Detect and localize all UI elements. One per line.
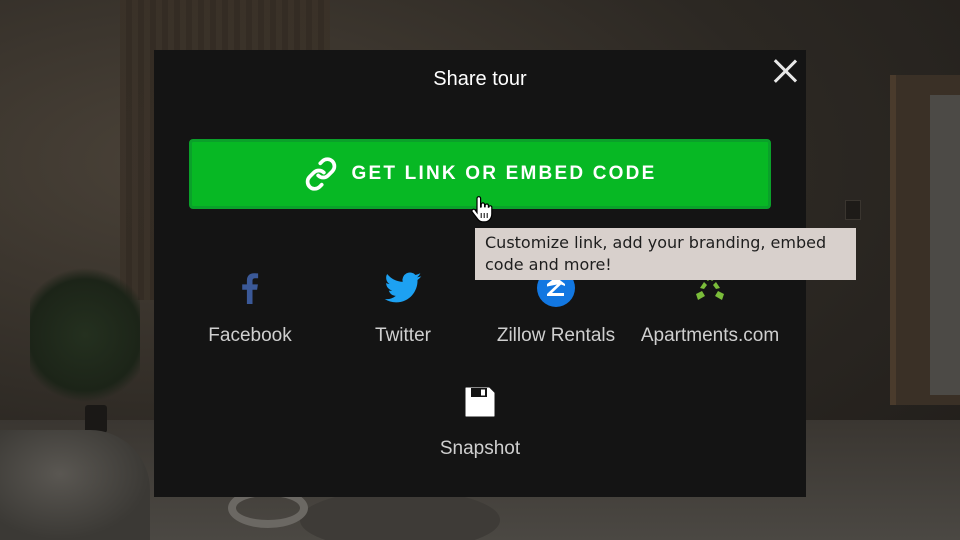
close-icon[interactable] xyxy=(772,58,798,84)
share-facebook[interactable]: Facebook xyxy=(175,268,325,348)
background-plant xyxy=(30,260,140,410)
background-table xyxy=(0,430,150,540)
share-zillow-rentals-label: Zillow Rentals xyxy=(496,325,616,346)
share-apartments-com[interactable]: Apartments.com xyxy=(635,268,785,348)
get-link-tooltip: Customize link, add your branding, embed… xyxy=(475,228,856,280)
link-icon xyxy=(305,157,336,191)
get-link-embed-code-label: GET LINK OR EMBED CODE xyxy=(351,163,657,184)
background-door-glass xyxy=(930,95,960,395)
background-wall-switch xyxy=(845,200,861,220)
share-twitter-label: Twitter xyxy=(375,325,431,346)
snapshot-button[interactable]: Snapshot xyxy=(405,385,555,461)
share-apartments-com-label: Apartments.com xyxy=(640,325,780,346)
background-plant-pot xyxy=(85,405,107,433)
twitter-icon xyxy=(384,272,422,303)
share-twitter[interactable]: Twitter xyxy=(328,268,478,348)
floppy-disk-icon xyxy=(465,387,495,417)
facebook-icon xyxy=(242,273,259,304)
dialog-title: Share tour xyxy=(433,68,527,90)
snapshot-label: Snapshot xyxy=(439,438,521,459)
share-facebook-label: Facebook xyxy=(208,325,292,346)
share-zillow-rentals[interactable]: Zillow Rentals xyxy=(481,268,631,348)
hand-pointer-icon xyxy=(471,196,493,223)
